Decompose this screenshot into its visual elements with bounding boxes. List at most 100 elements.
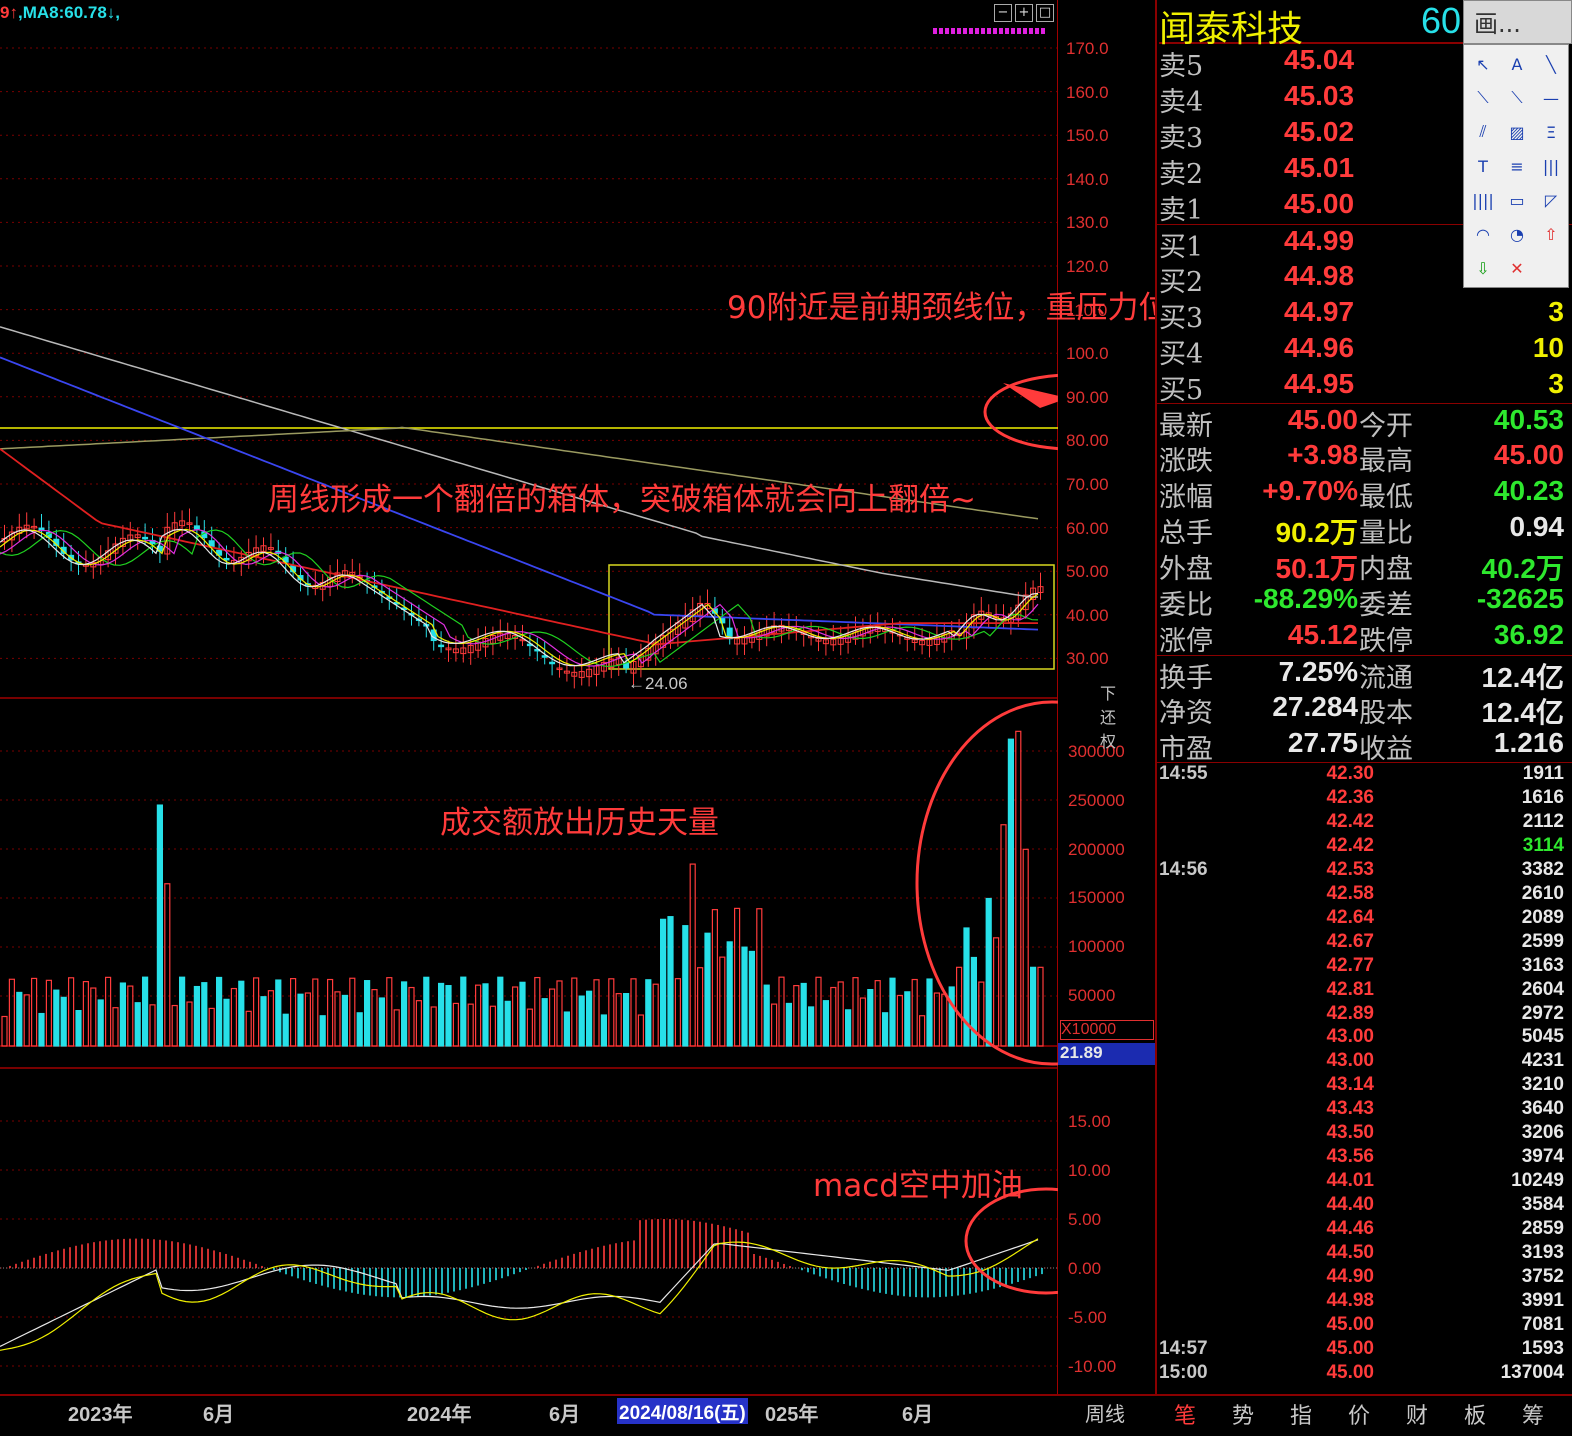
order-label: 卖3 (1159, 123, 1204, 154)
indicator-strip (933, 28, 1047, 34)
quote-value-2: 36.92 (1493, 619, 1564, 650)
volume-bar (386, 977, 393, 1047)
tick-volume: 3206 (1521, 1122, 1564, 1144)
volume-bar (53, 989, 60, 1047)
price-axis-label: 100.0 (1066, 344, 1109, 364)
ray-tool-icon[interactable]: ⟍ (1502, 83, 1532, 113)
order-price: 45.03 (1284, 80, 1355, 111)
tab-1[interactable]: 势 (1215, 1398, 1271, 1432)
kline-chart-area[interactable]: 9↑,MA8:60.78↓, − + □ 170.0 160.0 150.0 140.… (0, 0, 1195, 1394)
volume-bar (171, 1004, 178, 1047)
cycle-tool-icon[interactable]: |||| (1468, 185, 1498, 215)
volume-bar (104, 976, 112, 1047)
macd-axis-label: -5.00 (1068, 1308, 1107, 1327)
level-tool-icon[interactable]: ≡ (1502, 151, 1532, 181)
quote-value: -88.29% (1253, 583, 1358, 614)
volume-bar (874, 980, 881, 1047)
tick-time: 14:57 (1159, 1337, 1208, 1359)
volume-bar (489, 1005, 496, 1047)
volume-bar (741, 946, 748, 1047)
period-label[interactable]: 周线 (1085, 1398, 1125, 1427)
quote-row: 涨停 45.12 跌停 36.92 (1157, 619, 1572, 657)
quote-row: 涨跌 +3.98 最高 45.00 (1157, 439, 1572, 477)
draw-tool-header[interactable]: 画... (1463, 0, 1572, 44)
volume-bar (881, 1012, 889, 1047)
text-tool-icon[interactable]: A (1502, 49, 1532, 79)
rect-tool-icon[interactable]: ▭ (1502, 185, 1532, 215)
tick-volume: 3974 (1521, 1146, 1564, 1168)
delete-tool-icon[interactable]: ✕ (1502, 253, 1532, 283)
quote-label: 净资 (1159, 698, 1213, 729)
tick-volume: 7081 (1521, 1313, 1564, 1335)
volume-bar (578, 995, 585, 1047)
tick-row: 44.01 10249 (1157, 1170, 1572, 1194)
expand-button[interactable]: + (1015, 4, 1033, 22)
time-label: 6月 (549, 1404, 581, 1426)
volume-bar (282, 1013, 289, 1047)
tab-0[interactable]: 笔 (1157, 1398, 1213, 1432)
tick-row: 44.50 3193 (1157, 1242, 1572, 1266)
volume-bar (371, 989, 378, 1047)
tick-volume: 3991 (1521, 1289, 1564, 1311)
volume-bar (45, 979, 53, 1047)
order-volume: 3 (1548, 368, 1564, 399)
neckline-circle (983, 373, 1058, 451)
volume-bar (1022, 848, 1029, 1047)
pointer-tool-icon[interactable]: ↖ (1468, 49, 1498, 79)
order-label: 买3 (1159, 303, 1204, 334)
up-arrow-tool-icon[interactable]: ⇧ (1536, 219, 1566, 249)
tick-price: 44.40 (1326, 1194, 1374, 1216)
macd-dif-line (0, 1239, 1039, 1347)
tab-3[interactable]: 价 (1331, 1398, 1387, 1432)
order-price: 44.95 (1284, 368, 1355, 399)
buy-row[interactable]: 买5 44.95 3 (1157, 368, 1572, 406)
parallel-tool-icon[interactable]: ⫽ (1468, 117, 1498, 147)
volume-bar (711, 909, 719, 1047)
volume-axis-label: 300000 (1068, 742, 1125, 761)
fan-tool-icon[interactable]: ◔ (1502, 219, 1532, 249)
tick-volume: 3114 (1522, 834, 1564, 856)
tab-6[interactable]: 筹 (1505, 1398, 1561, 1432)
restore-button[interactable]: □ (1036, 4, 1054, 22)
tab-4[interactable]: 财 (1389, 1398, 1445, 1432)
fib-tool-icon[interactable]: Ξ (1536, 117, 1566, 147)
hline-tool-icon[interactable]: — (1536, 83, 1566, 113)
quote-label-2: 今开 (1359, 411, 1413, 442)
segment-tool-icon[interactable]: ⟍ (1468, 83, 1498, 113)
quote-label: 涨幅 (1159, 482, 1213, 513)
trend-tool-icon[interactable]: T (1468, 151, 1498, 181)
volume-bar (926, 978, 933, 1047)
tick-row: 42.36 1616 (1157, 787, 1572, 811)
tick-row: 44.46 2859 (1157, 1218, 1572, 1242)
order-label: 卖1 (1159, 195, 1204, 226)
gann-tool-icon[interactable]: ◸ (1536, 185, 1566, 215)
volume-bar (704, 932, 711, 1047)
period-tool-icon[interactable]: ||| (1536, 151, 1566, 181)
channel-tool-icon[interactable]: ▨ (1502, 117, 1532, 147)
volume-bar (82, 981, 90, 1047)
volume-bar (201, 982, 208, 1047)
box-rectangle (608, 564, 1055, 670)
buy-row[interactable]: 买3 44.97 3 (1157, 296, 1572, 334)
buy-row[interactable]: 买4 44.96 10 (1157, 332, 1572, 370)
quote-label: 最新 (1159, 411, 1213, 442)
volume-bar (349, 977, 356, 1047)
volume-bar (645, 979, 652, 1047)
fq-label[interactable]: 下还权 (1100, 680, 1116, 752)
line-tool-icon[interactable]: ╲ (1536, 49, 1566, 79)
quote-label-2: 流通 (1359, 663, 1413, 694)
volume-bar (312, 978, 319, 1047)
quote-value: 90.2万 (1275, 517, 1359, 548)
volume-bar (1007, 738, 1015, 1047)
tick-volume: 4231 (1521, 1050, 1564, 1072)
volume-bar (889, 977, 896, 1047)
annotation-macd: macd空中加油 (813, 1168, 1023, 1204)
volume-axis-label: 50000 (1068, 986, 1116, 1005)
down-arrow-tool-icon[interactable]: ⇩ (1468, 253, 1498, 283)
ma-header: 9↑,MA8:60.78↓, (0, 3, 120, 23)
tab-5[interactable]: 板 (1447, 1398, 1503, 1432)
volume-bar (519, 981, 526, 1047)
arc-tool-icon[interactable]: ◠ (1468, 219, 1498, 249)
minimize-button[interactable]: − (994, 4, 1012, 22)
tab-2[interactable]: 指 (1273, 1398, 1329, 1432)
